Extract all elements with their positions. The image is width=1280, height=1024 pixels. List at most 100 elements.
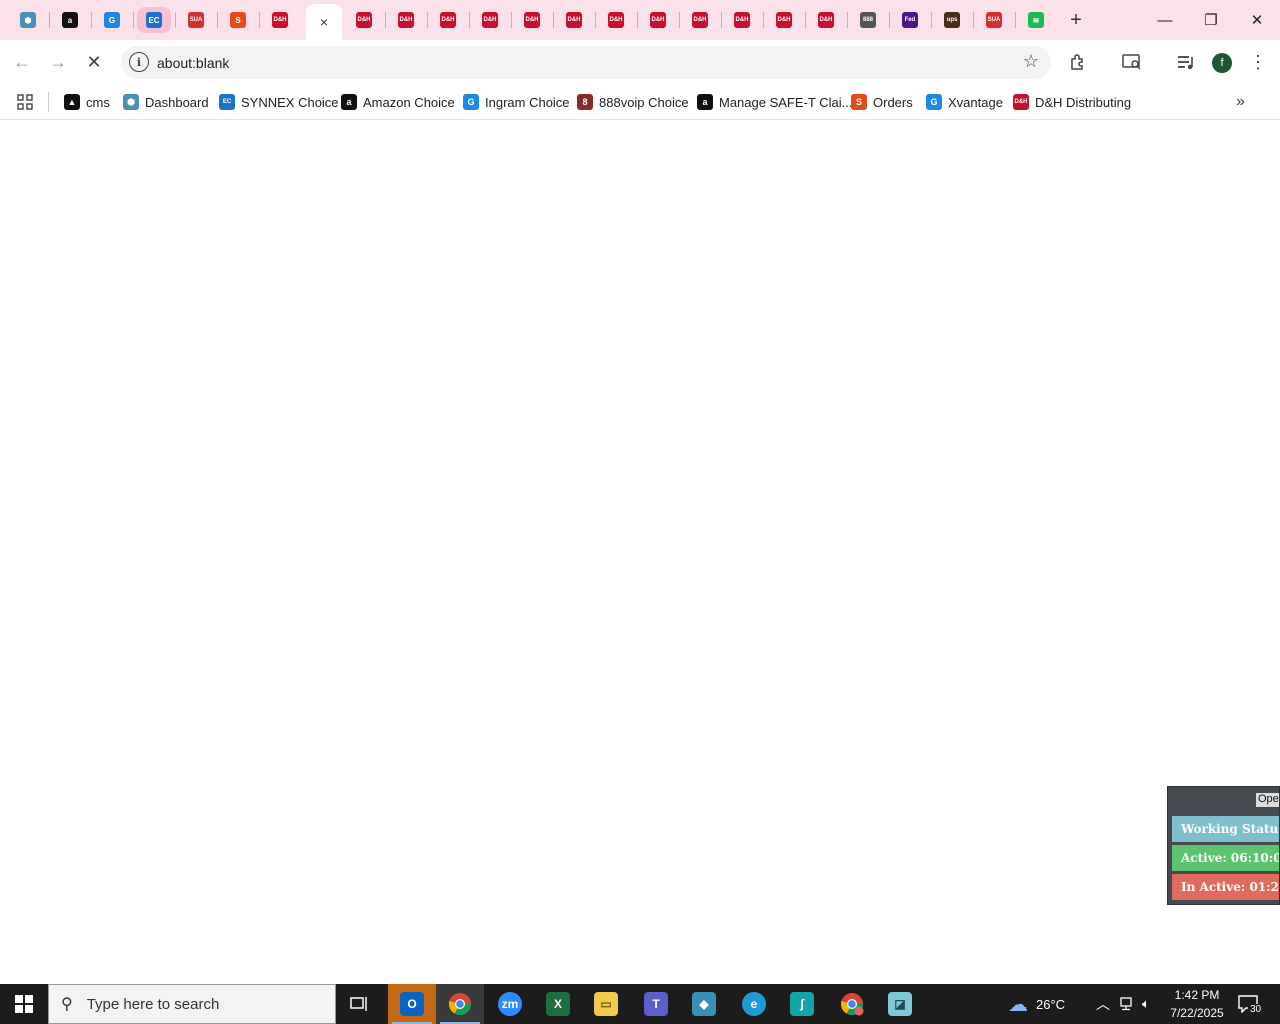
edge-icon[interactable]: e xyxy=(730,984,778,1024)
notification-center-icon[interactable]: 30 xyxy=(1238,984,1264,1024)
task-view-icon[interactable] xyxy=(336,984,384,1024)
file-explorer-icon[interactable]: ▭ xyxy=(582,984,630,1024)
teams-icon[interactable]: T xyxy=(632,984,680,1024)
tab-dh-5[interactable]: D&H xyxy=(470,4,510,36)
tab-dh-13[interactable]: D&H xyxy=(806,4,846,36)
apps-grid-icon[interactable] xyxy=(16,90,34,114)
forward-button[interactable]: → xyxy=(42,46,74,78)
clock-time: 1:42 PM xyxy=(1174,988,1220,1002)
site-info-icon[interactable]: i xyxy=(129,52,149,72)
bookmark-xvantage[interactable]: G Xvantage xyxy=(926,90,1003,114)
tab-ingram[interactable]: G xyxy=(92,4,132,36)
bookmark-ingram-choice[interactable]: G Ingram Choice xyxy=(463,90,570,114)
new-tab-button[interactable]: + xyxy=(1062,6,1090,34)
bookmark-synnex-choice[interactable]: EC SYNNEX Choice xyxy=(219,90,339,114)
desktop: + — ❐ ✕ ⬢ a G EC SUA S D&H × D&H D&H D&H D&H D&H D&H D… xyxy=(0,0,1280,1024)
chrome-icon[interactable] xyxy=(436,984,484,1024)
system-clock[interactable]: 1:42 PM 7/22/2025 xyxy=(1162,986,1232,1022)
dh-icon: D&H xyxy=(1013,94,1029,110)
script-app-icon[interactable]: ʃ xyxy=(778,984,826,1024)
tab-dh-1[interactable]: D&H xyxy=(260,4,300,36)
close-tab-icon[interactable]: × xyxy=(320,14,328,30)
chrome-profile-icon[interactable] xyxy=(828,984,876,1024)
dh-icon: D&H xyxy=(776,12,792,28)
widget-open-button[interactable]: Open xyxy=(1256,793,1279,807)
tab-dh-6[interactable]: D&H xyxy=(512,4,552,36)
bookmark-manage-safe-t-clai[interactable]: a Manage SAFE-T Clai... xyxy=(697,90,852,114)
app-hex-icon[interactable]: ◆ xyxy=(680,984,728,1024)
bookmark-d-h-distributing[interactable]: D&H D&H Distributing xyxy=(1013,90,1131,114)
minimize-button[interactable]: — xyxy=(1142,0,1188,40)
tab-dh-11[interactable]: D&H xyxy=(722,4,762,36)
taskbar-search-box[interactable]: ⚲ Type here to search xyxy=(48,984,336,1024)
tab-synnex[interactable]: EC xyxy=(134,4,174,36)
bookmark-888voip-choice[interactable]: 8 888voip Choice xyxy=(577,90,689,114)
fedex-icon: Fed xyxy=(902,12,918,28)
bookmark-label: Manage SAFE-T Clai... xyxy=(719,94,853,110)
browser-menu-icon[interactable]: ⋮ xyxy=(1242,46,1274,78)
tab-dh-2[interactable]: D&H xyxy=(344,4,384,36)
bookmark-label: Dashboard xyxy=(145,94,209,110)
tab-dh-9[interactable]: D&H xyxy=(638,4,678,36)
tray-overflow-icon[interactable]: ︿ xyxy=(1096,984,1110,1024)
bookmark-label: Amazon Choice xyxy=(363,94,455,110)
weather-temp: 26°C xyxy=(1036,996,1066,1012)
inactive-time-label: In Active: 01:26:04 xyxy=(1172,874,1279,900)
bookmark-orders[interactable]: S Orders xyxy=(851,90,913,114)
tab-safe-t[interactable]: S xyxy=(218,4,258,36)
tab-dh-8[interactable]: D&H xyxy=(596,4,636,36)
tab-spotify[interactable]: ≋ xyxy=(1016,4,1056,36)
tab-dh-3[interactable]: D&H xyxy=(386,4,426,36)
ups-icon: ups xyxy=(944,12,960,28)
tab-dh-4[interactable]: D&H xyxy=(428,4,468,36)
back-button[interactable]: ← xyxy=(6,46,38,78)
windows-start-icon[interactable] xyxy=(0,984,48,1024)
notepad-app-icon[interactable]: ◪ xyxy=(876,984,924,1024)
search-icon: ⚲ xyxy=(61,996,73,1013)
bookmark-label: Xvantage xyxy=(948,94,1003,110)
media-control-icon[interactable] xyxy=(1170,46,1202,78)
tab-search-icon[interactable] xyxy=(1116,46,1148,78)
bookmark-dashboard[interactable]: ⬢ Dashboard xyxy=(123,90,209,114)
bookmark-cms[interactable]: ▲ cms xyxy=(64,90,110,114)
clock-date: 7/22/2025 xyxy=(1170,1006,1224,1020)
network-icon[interactable] xyxy=(1118,984,1134,1024)
url-input[interactable] xyxy=(157,52,997,74)
tab-dh-7[interactable]: D&H xyxy=(554,4,594,36)
volume-icon[interactable]: 🔈︎ xyxy=(1142,984,1150,1024)
extensions-icon[interactable] xyxy=(1062,46,1094,78)
tab-active-blank[interactable]: × xyxy=(306,4,342,40)
tab-ups[interactable]: ups xyxy=(932,4,972,36)
bookmark-star-icon[interactable]: ☆ xyxy=(1023,51,1039,72)
zoom-icon[interactable]: zm xyxy=(486,984,534,1024)
dashboard-icon: ⬢ xyxy=(123,94,139,110)
tab-sua-1[interactable]: SUA xyxy=(176,4,216,36)
outlook-icon[interactable]: O xyxy=(388,984,436,1024)
working-status-label: Working Status: A xyxy=(1172,816,1279,842)
synnex-icon: EC xyxy=(219,94,235,110)
888voip-icon: 8 xyxy=(577,94,593,110)
close-window-button[interactable]: ✕ xyxy=(1234,0,1280,40)
amazon-icon: a xyxy=(697,94,713,110)
more-bookmarks-chevron-icon[interactable]: » xyxy=(1236,90,1245,114)
active-time-label: Active: 06:10:06 xyxy=(1172,845,1279,871)
address-bar[interactable]: i ☆ xyxy=(121,46,1051,79)
weather-widget[interactable]: ☁ 26°C xyxy=(1008,984,1065,1024)
safet-icon: S xyxy=(851,94,867,110)
tab-sua-2[interactable]: SUA xyxy=(974,4,1014,36)
tab-fedex[interactable]: Fed xyxy=(890,4,930,36)
dh-icon: D&H xyxy=(440,12,456,28)
tab-dh-12[interactable]: D&H xyxy=(764,4,804,36)
dh-icon: D&H xyxy=(524,12,540,28)
tab-dashboard[interactable]: ⬢ xyxy=(8,4,48,36)
ingram-icon: G xyxy=(463,94,479,110)
bookmark-amazon-choice[interactable]: a Amazon Choice xyxy=(341,90,455,114)
stop-loading-button[interactable]: ✕ xyxy=(78,46,110,78)
profile-avatar[interactable]: f xyxy=(1212,53,1232,73)
restore-button[interactable]: ❐ xyxy=(1188,0,1234,40)
bookmark-label: SYNNEX Choice xyxy=(241,94,339,110)
excel-icon[interactable]: X xyxy=(534,984,582,1024)
tab-dh-10[interactable]: D&H xyxy=(680,4,720,36)
tab-amazon[interactable]: a xyxy=(50,4,90,36)
tab-888voip[interactable]: 888 xyxy=(848,4,888,36)
